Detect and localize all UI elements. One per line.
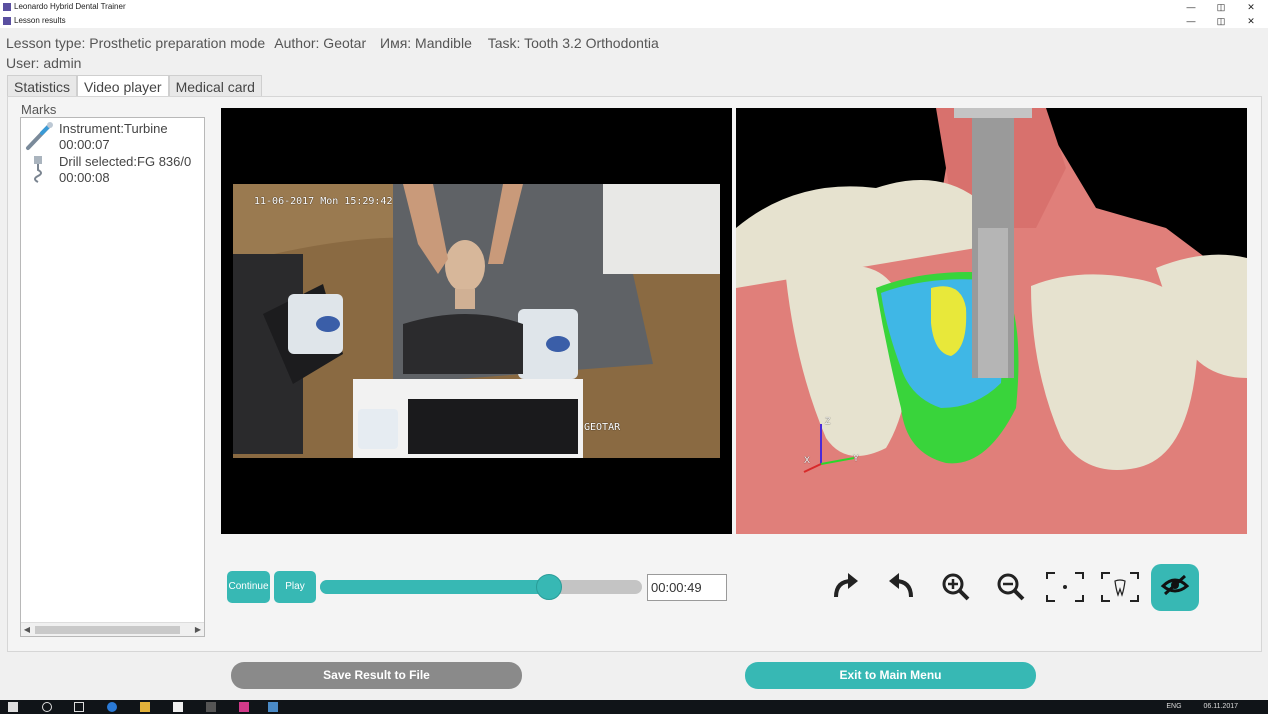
3d-viewer[interactable]: Z Y X xyxy=(736,108,1247,534)
axis-y-label: Y xyxy=(853,453,860,463)
tab-medical-card[interactable]: Medical card xyxy=(168,75,262,97)
save-result-button[interactable]: Save Result to File xyxy=(231,662,522,689)
tab-statistics[interactable]: Statistics xyxy=(7,75,78,97)
clock: ENG 06.11.2017 xyxy=(1166,702,1238,712)
undo-icon[interactable] xyxy=(881,569,921,605)
mark-title: Drill selected:FG 836/0 xyxy=(59,154,192,169)
hide-icon xyxy=(1160,574,1190,596)
app-title: Leonardo Hybrid Dental Trainer xyxy=(14,2,126,11)
active-app-icon[interactable] xyxy=(268,702,278,712)
dialog-restore-button[interactable]: ◫ xyxy=(1214,14,1228,28)
redo-icon[interactable] xyxy=(826,569,866,605)
tab-bar: Statistics Video player Medical card xyxy=(7,75,262,97)
mark-time: 00:00:08 xyxy=(59,170,110,185)
lesson-info: Lesson type: Prosthetic preparation mode… xyxy=(6,35,665,51)
exit-main-menu-button[interactable]: Exit to Main Menu xyxy=(745,662,1036,689)
date-label: 06.11.2017 xyxy=(1203,703,1238,710)
dialog-title: Lesson results xyxy=(14,16,66,25)
scroll-right-icon[interactable]: ▶ xyxy=(192,623,204,636)
start-icon[interactable] xyxy=(8,702,18,712)
store-icon[interactable] xyxy=(173,702,183,712)
restore-button[interactable]: ◫ xyxy=(1214,0,1228,14)
app-icon[interactable] xyxy=(206,702,216,712)
app-titlebar: Leonardo Hybrid Dental Trainer — ◫ ✕ xyxy=(0,0,1268,14)
fit-view-icon[interactable] xyxy=(1045,569,1085,605)
time-field[interactable]: 00:00:49 xyxy=(647,574,727,601)
minimize-button[interactable]: — xyxy=(1184,0,1198,14)
mark-title: Instrument:Turbine xyxy=(59,121,168,136)
drill-icon xyxy=(34,156,42,183)
list-item[interactable]: Drill selected:FG 836/0 00:00:08 xyxy=(21,152,204,186)
tooth-focus-icon[interactable] xyxy=(1100,569,1140,605)
dialog-icon xyxy=(3,17,11,25)
visibility-toggle-button[interactable] xyxy=(1151,564,1199,611)
marks-label: Marks xyxy=(21,102,57,117)
edge-icon[interactable] xyxy=(107,702,117,712)
taskbar: ENG 06.11.2017 xyxy=(0,700,1268,714)
scroll-left-icon[interactable]: ◀ xyxy=(21,623,33,636)
language-indicator[interactable]: ENG xyxy=(1166,703,1181,710)
lesson-task: Task: Tooth 3.2 Orthodontia xyxy=(487,35,659,51)
marks-list[interactable]: Instrument:Turbine 00:00:07 Drill select… xyxy=(20,117,205,637)
list-item[interactable]: Instrument:Turbine 00:00:07 xyxy=(21,119,204,153)
slider-fill xyxy=(320,580,549,594)
horizontal-scrollbar[interactable]: ◀ ▶ xyxy=(21,622,204,636)
mark-text: Instrument:Turbine 00:00:07 xyxy=(59,121,168,153)
camera-frame: 11-06-2017 Mon 15:29:42 GEOTAR xyxy=(233,184,720,458)
tooth-model-render xyxy=(736,108,1247,534)
play-button[interactable]: Play xyxy=(274,571,316,603)
search-icon[interactable] xyxy=(42,702,52,712)
task-view-icon[interactable] xyxy=(74,702,84,712)
mark-time: 00:00:07 xyxy=(59,137,110,152)
zoom-out-icon[interactable] xyxy=(991,569,1031,605)
zoom-in-icon[interactable] xyxy=(936,569,976,605)
video-view[interactable]: 11-06-2017 Mon 15:29:42 GEOTAR xyxy=(221,108,732,534)
turbine-icon xyxy=(26,122,53,150)
close-button[interactable]: ✕ xyxy=(1244,0,1258,14)
scrollbar-thumb[interactable] xyxy=(35,626,180,634)
user-info: User: admin xyxy=(6,55,82,71)
dialog-close-button[interactable]: ✕ xyxy=(1244,14,1258,28)
mark-text: Drill selected:FG 836/0 00:00:08 xyxy=(59,154,191,186)
lesson-name: Имя: Mandible xyxy=(380,35,472,51)
tab-video-player[interactable]: Video player xyxy=(77,75,169,97)
video-timestamp: 11-06-2017 Mon 15:29:42 xyxy=(254,196,393,207)
axis-z-label: Z xyxy=(825,416,831,426)
dialog-titlebar: Lesson results — ◫ ✕ xyxy=(0,14,1268,28)
lesson-author: Author: Geotar xyxy=(274,35,367,51)
continue-button[interactable]: Continue xyxy=(227,571,270,603)
camera-scene xyxy=(233,184,720,458)
explorer-icon[interactable] xyxy=(140,702,150,712)
video-watermark: GEOTAR xyxy=(584,422,621,433)
dialog-minimize-button[interactable]: — xyxy=(1184,14,1198,28)
axis-x-label: X xyxy=(804,455,811,465)
app-icon[interactable] xyxy=(239,702,249,712)
slider-knob[interactable] xyxy=(535,574,562,600)
app-icon xyxy=(3,3,11,11)
playback-slider[interactable] xyxy=(320,574,642,600)
lesson-type: Lesson type: Prosthetic preparation mode xyxy=(6,35,266,51)
